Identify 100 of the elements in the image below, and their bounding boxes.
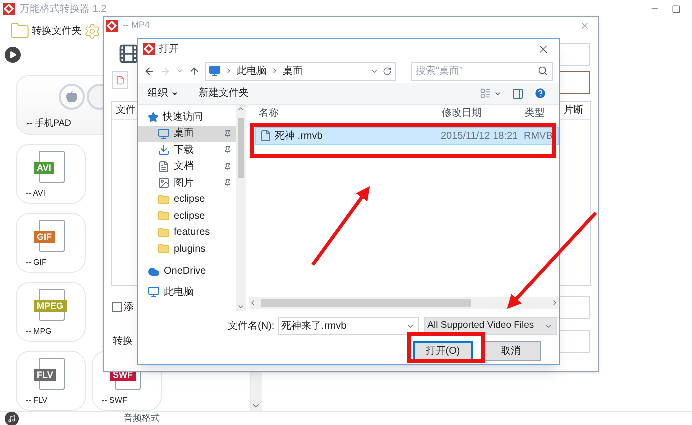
preview-pane-icon[interactable] bbox=[512, 88, 524, 100]
file-name: 死神 .rmvb bbox=[275, 130, 324, 144]
convert-label: 转换 bbox=[113, 334, 133, 348]
music-icon[interactable] bbox=[5, 412, 19, 425]
play-button[interactable] bbox=[5, 47, 21, 63]
nav-item[interactable]: OneDrive bbox=[138, 264, 236, 280]
format-badge: GIF bbox=[34, 231, 55, 243]
app-logo-icon bbox=[3, 3, 15, 15]
nav-item[interactable]: 文档 bbox=[138, 158, 236, 175]
apple-icon bbox=[59, 84, 85, 110]
column-header[interactable]: 名称 bbox=[259, 106, 440, 121]
column-header[interactable]: 修改日期 bbox=[440, 106, 523, 121]
play-icon bbox=[9, 51, 17, 59]
chevron-right-icon bbox=[225, 67, 233, 75]
computer-icon bbox=[209, 65, 221, 77]
file-icon bbox=[260, 130, 272, 142]
column-header: 文件 bbox=[116, 104, 136, 118]
horizontal-scrollbar[interactable] bbox=[249, 297, 559, 309]
nav-item[interactable]: eclipse bbox=[138, 192, 236, 208]
file-type-dropdown[interactable]: All Supported Video Files bbox=[424, 317, 557, 335]
nav-label: features bbox=[174, 226, 210, 240]
format-card[interactable]: FLV -- FLV bbox=[16, 351, 86, 411]
folder-icon bbox=[158, 226, 170, 239]
nav-item[interactable]: features bbox=[138, 224, 236, 241]
dialog-logo-icon bbox=[143, 43, 155, 55]
window-logo-icon bbox=[106, 20, 118, 32]
search-field[interactable]: 搜索"桌面" bbox=[411, 62, 553, 80]
nav-label: 图片 bbox=[174, 176, 194, 191]
toolbar-button[interactable]: 新建文件夹 bbox=[199, 86, 249, 101]
refresh-icon[interactable] bbox=[383, 66, 392, 76]
format-card[interactable]: MPEG -- MPG bbox=[16, 282, 86, 342]
checkbox-label: 添 bbox=[124, 300, 134, 314]
folder-icon bbox=[158, 243, 170, 256]
folder-label[interactable]: 转换文件夹 bbox=[32, 24, 82, 38]
nav-label: 下载 bbox=[174, 144, 194, 158]
back-icon[interactable] bbox=[144, 66, 155, 76]
maximize-icon[interactable] bbox=[672, 4, 681, 14]
search-icon bbox=[538, 66, 548, 76]
nav-label: 桌面 bbox=[174, 126, 194, 142]
audio-format-label[interactable]: 音频格式 bbox=[124, 412, 160, 425]
card-label: -- FLV bbox=[26, 395, 48, 407]
nav-item[interactable]: 下载 bbox=[138, 142, 236, 158]
card-label: -- AVI bbox=[26, 188, 46, 200]
address-bar[interactable]: 此电脑 桌面 bbox=[205, 62, 396, 80]
nav-label: plugins bbox=[174, 242, 206, 257]
download-icon bbox=[158, 144, 170, 156]
search-input[interactable]: 搜索"桌面" bbox=[416, 64, 526, 78]
folder-icon bbox=[158, 210, 170, 222]
nav-label: OneDrive bbox=[164, 265, 206, 280]
document-icon bbox=[158, 160, 170, 173]
nav-item[interactable]: 图片 bbox=[138, 175, 236, 192]
computer-icon bbox=[148, 286, 160, 298]
filename-field[interactable]: 死神来了.rmvb bbox=[278, 317, 419, 335]
window-title: -- MP4 bbox=[123, 19, 150, 32]
format-badge: AVI bbox=[34, 162, 54, 174]
file-icon bbox=[116, 76, 124, 84]
column-header: 片断 bbox=[564, 104, 584, 118]
dialog-title: 打开 bbox=[159, 42, 179, 56]
up-icon[interactable] bbox=[189, 66, 200, 76]
nav-item[interactable]: 桌面 bbox=[138, 126, 236, 142]
help-icon[interactable] bbox=[534, 87, 547, 100]
nav-label: 此电脑 bbox=[164, 286, 194, 300]
add-button[interactable] bbox=[112, 71, 128, 89]
scroll-down-icon[interactable] bbox=[237, 303, 245, 311]
desktop-icon bbox=[158, 128, 170, 140]
scroll-right-icon[interactable] bbox=[551, 299, 559, 307]
file-row[interactable]: 死神 .rmvb 2015/11/12 18:21 RMVB bbox=[255, 127, 559, 145]
format-card[interactable]: GIF -- GIF bbox=[16, 213, 86, 273]
card-label: -- MPG bbox=[26, 326, 52, 338]
path-segment[interactable]: 此电脑 bbox=[237, 64, 267, 78]
path-segment[interactable]: 桌面 bbox=[283, 64, 303, 78]
nav-item[interactable]: plugins bbox=[138, 241, 236, 258]
format-badge: FLV bbox=[34, 369, 56, 381]
chevron-right-icon bbox=[271, 67, 279, 75]
checkbox[interactable] bbox=[112, 302, 122, 312]
column-header[interactable]: 类型 bbox=[523, 106, 545, 121]
scrollbar[interactable] bbox=[236, 105, 246, 311]
file-type: RMVB bbox=[524, 130, 553, 144]
nav-label: eclipse bbox=[174, 210, 206, 224]
star-icon bbox=[148, 112, 159, 123]
folder-icon bbox=[158, 194, 170, 206]
scroll-up-icon[interactable] bbox=[237, 105, 245, 113]
format-badge: MPEG bbox=[34, 300, 67, 312]
file-date: 2015/11/12 18:21 bbox=[441, 130, 520, 144]
app-title: 万能格式转换器 1.2 bbox=[20, 2, 107, 16]
nav-label: 快速访问 bbox=[163, 110, 203, 125]
format-card[interactable]: AVI -- AVI bbox=[16, 144, 86, 204]
card-label: -- SWF bbox=[102, 395, 128, 407]
nav-label: eclipse bbox=[174, 193, 206, 208]
cloud-icon bbox=[148, 266, 160, 278]
video-file-icon bbox=[118, 43, 140, 65]
card-label: -- 手机PAD bbox=[27, 116, 72, 130]
nav-label: 文档 bbox=[174, 160, 194, 174]
open-button[interactable]: 打开(O) bbox=[413, 341, 473, 361]
filename-label: 文件名(N): bbox=[228, 320, 275, 334]
scroll-left-icon[interactable] bbox=[249, 299, 257, 307]
nav-item[interactable]: 此电脑 bbox=[138, 284, 236, 300]
picture-icon bbox=[158, 177, 170, 190]
nav-item[interactable]: eclipse bbox=[138, 208, 236, 224]
card-label: -- GIF bbox=[26, 257, 47, 269]
